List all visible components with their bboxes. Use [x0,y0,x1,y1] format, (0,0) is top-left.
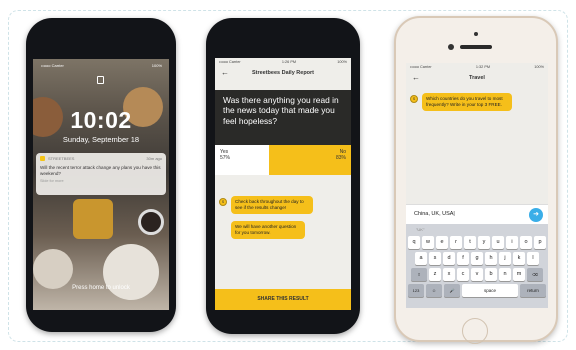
carrier-label: ••ooo Carrier [410,65,432,69]
return-key[interactable]: return [520,284,546,297]
poll-no-value: 83% [335,155,346,161]
clock-label: 1:32 PM [475,65,491,69]
clock-label: 1:26 PM [281,60,297,64]
key[interactable]: j [499,252,511,265]
front-camera [448,44,454,50]
battery-label: 100% [534,65,544,69]
lock-time: 10:02 [70,107,132,133]
chat-message: Check back throughout the day to see if … [231,196,313,215]
key[interactable]: n [499,268,511,281]
lock-screen: ••ooo Carrier 100% 10:02 Sunday, Septemb… [33,59,169,310]
lock-icon [97,76,104,84]
lock-date: Sunday, September 18 [62,135,140,144]
send-button[interactable]: ➜ [529,208,543,222]
microphone-key-icon[interactable]: 🎤 [444,284,460,297]
keyboard-row-2: a s d f g h j k l [408,252,546,265]
back-arrow-icon[interactable]: ← [221,67,229,79]
numbers-key[interactable]: 123 [408,284,424,297]
key[interactable]: q [408,236,420,249]
notification-hint: Slide for more [40,179,64,184]
send-arrow-icon: ➜ [533,211,539,218]
food-plate [103,244,159,300]
bot-avatar: S [410,95,418,103]
delete-key-icon[interactable]: ⌫ [527,268,543,281]
keyboard: q w e r t y u i o p a s d f g h j k l ⇧ … [406,234,548,308]
poll-no: No 83% [269,145,351,175]
keyboard-row-4: 123 ☺ 🎤 space return [408,284,546,297]
share-result-button[interactable]: SHARE THIS RESULT [215,289,351,310]
poll-result: Yes 57% No 83% [215,145,351,175]
status-bar: ••ooo Carrier 1:32 PM 100% [410,65,544,71]
key[interactable]: i [506,236,518,249]
nav-title: Streetbees Daily Report [251,70,315,76]
keyboard-row-3: ⇧ z x c v b n m ⌫ [408,268,546,281]
key[interactable]: h [485,252,497,265]
key[interactable]: t [464,236,476,249]
key[interactable]: w [422,236,434,249]
message-input-bar: China, UK, USA| ➜ [406,204,548,224]
phone-travel-chat: ••ooo Carrier 1:32 PM 100% ← Travel S Wh… [394,16,558,344]
chat-message: Which countries do you travel to most fr… [422,93,512,112]
key[interactable]: b [485,268,497,281]
key[interactable]: g [471,252,483,265]
space-key[interactable]: space [462,284,518,297]
key[interactable]: p [534,236,546,249]
food-waffle [73,199,113,239]
chat-message: We will have another question for you to… [231,221,305,240]
key[interactable]: e [436,236,448,249]
earpiece [460,45,492,49]
phone-daily-report: ••ooo Carrier 1:26 PM 100% ← Streetbees … [206,18,360,334]
back-arrow-icon[interactable]: ← [412,72,420,84]
key[interactable]: m [513,268,525,281]
key[interactable]: r [450,236,462,249]
nav-bar: ← Travel [406,72,548,84]
unlock-hint: Press home to unlock [72,285,130,291]
front-sensor [474,32,478,36]
key[interactable]: l [527,252,539,265]
key[interactable]: k [513,252,525,265]
notification-app-name: STREETBEES [48,156,75,161]
key[interactable]: o [520,236,532,249]
food-cup [138,209,164,235]
notification-header: STREETBEES 30m ago [40,156,162,161]
keyboard-row-1: q w e r t y u i o p [408,236,546,249]
food-plate [33,249,73,289]
phone-lock-screen: ••ooo Carrier 100% 10:02 Sunday, Septemb… [26,18,176,332]
key[interactable]: u [492,236,504,249]
question-card: Was there anything you read in the news … [215,90,351,145]
nav-bar: ← Streetbees Daily Report [215,67,351,79]
shift-key-icon[interactable]: ⇧ [411,268,427,281]
notification-time: 30m ago [146,156,162,161]
key[interactable]: c [457,268,469,281]
key[interactable]: s [429,252,441,265]
notification-body: Will the recent terror attack change any… [40,165,161,177]
key[interactable]: v [471,268,483,281]
message-input[interactable]: China, UK, USA| [414,211,455,217]
streetbees-app-icon [40,156,45,161]
key[interactable]: d [443,252,455,265]
carrier-label: ••ooo Carrier [41,63,64,68]
carrier-label: ••ooo Carrier [219,60,241,64]
poll-yes-value: 57% [220,155,231,161]
poll-yes: Yes 57% [215,145,270,175]
daily-report-screen: ••ooo Carrier 1:26 PM 100% ← Streetbees … [215,58,351,310]
battery-label: 100% [337,60,347,64]
key[interactable]: y [478,236,490,249]
key[interactable]: a [415,252,427,265]
battery-label: 100% [151,63,162,68]
push-notification[interactable]: STREETBEES 30m ago Will the recent terro… [36,153,166,195]
key[interactable]: f [457,252,469,265]
nav-title: Travel [469,75,485,81]
key[interactable]: z [429,268,441,281]
predictive-suggestion[interactable]: "UK" [406,224,548,234]
status-bar: ••ooo Carrier 1:26 PM 100% [219,60,347,66]
travel-chat-screen: ••ooo Carrier 1:32 PM 100% ← Travel S Wh… [406,63,548,308]
key[interactable]: x [443,268,455,281]
bot-avatar: S [219,198,227,206]
emoji-key-icon[interactable]: ☺ [426,284,442,297]
home-button[interactable] [462,318,488,344]
